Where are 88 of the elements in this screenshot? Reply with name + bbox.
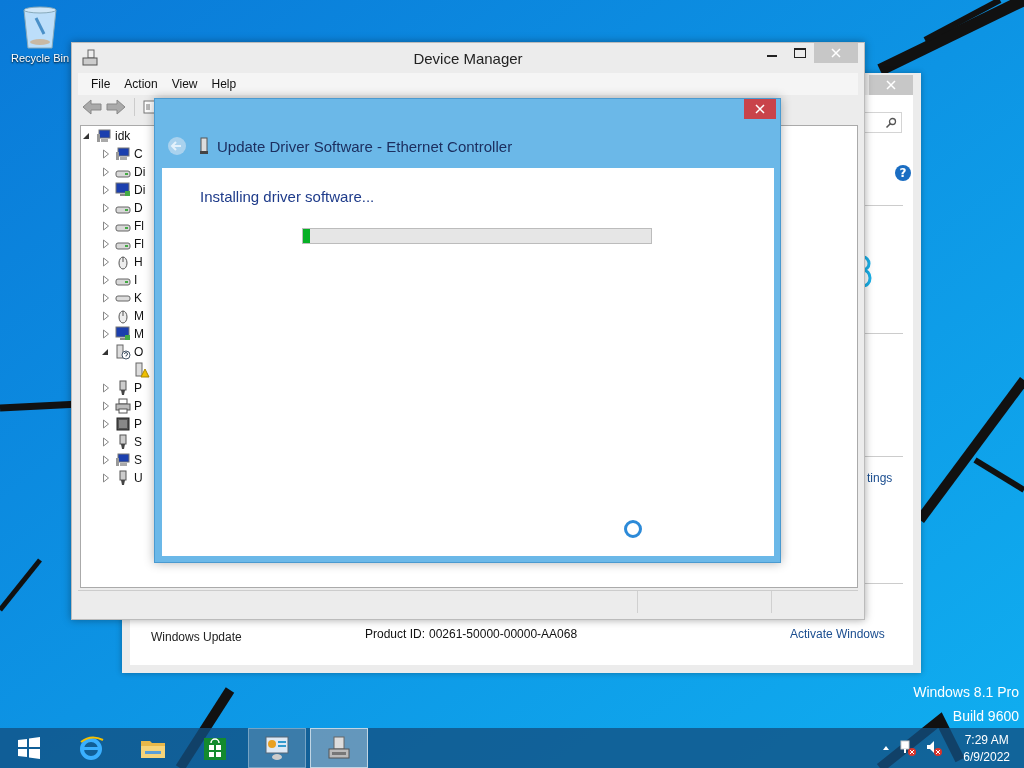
- dialog-title: Update Driver Software - Ethernet Controller: [217, 137, 513, 155]
- tree-item-label[interactable]: U: [134, 471, 143, 485]
- expand-arrow-icon[interactable]: [100, 166, 112, 178]
- expand-arrow-icon[interactable]: [100, 310, 112, 322]
- mouse-icon: [115, 254, 131, 270]
- expand-arrow-icon[interactable]: [100, 418, 112, 430]
- device-manager-taskbar-button[interactable]: [310, 728, 368, 768]
- search-icon: [885, 116, 897, 129]
- expand-arrow-icon[interactable]: [100, 220, 112, 232]
- unknown-icon: [115, 344, 131, 360]
- warning-icon: [134, 362, 150, 378]
- device-manager-icon: [325, 734, 353, 762]
- menu-item[interactable]: View: [164, 75, 205, 93]
- back-arrow-icon: [82, 99, 102, 115]
- expand-arrow-icon[interactable]: [100, 292, 112, 304]
- tree-item-label[interactable]: H: [134, 255, 143, 269]
- menu-item[interactable]: Action: [117, 75, 165, 93]
- menu-item[interactable]: File: [84, 75, 118, 93]
- maximize-icon: [794, 48, 806, 58]
- forward-arrow-icon: [106, 99, 126, 115]
- menu-item[interactable]: Help: [204, 75, 244, 93]
- expand-arrow-icon[interactable]: [100, 328, 112, 340]
- tree-item-label[interactable]: Di: [134, 183, 146, 197]
- windows-update-link[interactable]: Windows Update: [151, 630, 242, 644]
- expand-arrow-icon[interactable]: [100, 436, 112, 448]
- minimize-icon: [767, 55, 777, 57]
- network-error-icon[interactable]: [899, 739, 918, 757]
- clock[interactable]: 7:29 AM 6/9/2022: [963, 732, 1010, 764]
- close-icon: [831, 48, 841, 58]
- back-button[interactable]: [167, 136, 187, 156]
- network-adapter-icon: [199, 137, 209, 155]
- tree-item-label[interactable]: O: [134, 345, 144, 359]
- tree-item-label[interactable]: C: [134, 147, 143, 161]
- product-id-value: 00261-50000-00000-AA068: [429, 627, 578, 641]
- tree-item-label[interactable]: P: [134, 381, 142, 395]
- chip-icon: [115, 416, 131, 432]
- tree-item-label[interactable]: idk: [115, 129, 131, 143]
- monitor-icon: [115, 326, 131, 342]
- printer-icon: [115, 398, 131, 414]
- tree-item-label[interactable]: Fl: [134, 237, 144, 251]
- build-text: Build 9600: [952, 708, 1019, 724]
- mouse-icon: [115, 308, 131, 324]
- expand-arrow-icon[interactable]: [100, 274, 112, 286]
- back-button[interactable]: [82, 99, 102, 115]
- product-id-label: Product ID:: [365, 627, 426, 641]
- control-panel-icon: [263, 734, 291, 762]
- help-button[interactable]: ?: [895, 165, 911, 181]
- tree-item-label[interactable]: S: [134, 435, 142, 449]
- control-panel-taskbar-button[interactable]: [248, 728, 306, 768]
- expand-arrow-icon[interactable]: [100, 382, 112, 394]
- tree-item-label[interactable]: P: [134, 399, 142, 413]
- start-icon: [15, 734, 43, 762]
- expand-arrow-icon[interactable]: [100, 472, 112, 484]
- close-button[interactable]: [744, 99, 776, 119]
- browser-icon: [77, 734, 105, 762]
- forward-button[interactable]: [106, 99, 126, 115]
- settings-link[interactable]: tings: [867, 471, 893, 485]
- tree-item-label[interactable]: M: [134, 327, 144, 341]
- expand-arrow-icon[interactable]: [100, 202, 112, 214]
- status-text: Installing driver software...: [200, 188, 375, 205]
- tree-item-label[interactable]: Fl: [134, 219, 144, 233]
- tree-item-label[interactable]: M: [134, 309, 144, 323]
- device-manager-icon: [81, 49, 99, 67]
- recycle-bin-shortcut[interactable]: Recycle Bin: [4, 6, 76, 64]
- monitor-icon: [115, 182, 131, 198]
- expand-arrow-icon[interactable]: [100, 454, 112, 466]
- activate-windows-link[interactable]: Activate Windows: [790, 627, 885, 641]
- expand-arrow-icon[interactable]: [100, 184, 112, 196]
- close-icon: [886, 80, 896, 90]
- expand-arrow-icon[interactable]: [100, 400, 112, 412]
- close-icon: [755, 104, 765, 114]
- window-title: Device Manager: [413, 49, 523, 67]
- tree-item-label[interactable]: Di: [134, 165, 146, 179]
- edition-text: Windows 8.1 Pro: [913, 684, 1019, 700]
- muted-volume-icon[interactable]: [925, 739, 944, 757]
- expand-arrow-icon[interactable]: [100, 148, 112, 160]
- tree-item-label[interactable]: P: [134, 417, 142, 431]
- tree-item-label[interactable]: S: [134, 453, 142, 467]
- computer-icon: [115, 146, 131, 162]
- recycle-bin-icon: [20, 6, 60, 50]
- expand-arrow-icon[interactable]: [100, 238, 112, 250]
- computer-icon: [115, 452, 131, 468]
- spinner-icon: [623, 519, 643, 539]
- expand-arrow-icon[interactable]: [100, 256, 112, 268]
- computer-icon: [96, 128, 112, 144]
- tree-item-label[interactable]: D: [134, 201, 143, 215]
- tree-item-label[interactable]: K: [134, 291, 142, 305]
- tree-item-label[interactable]: I: [134, 273, 138, 287]
